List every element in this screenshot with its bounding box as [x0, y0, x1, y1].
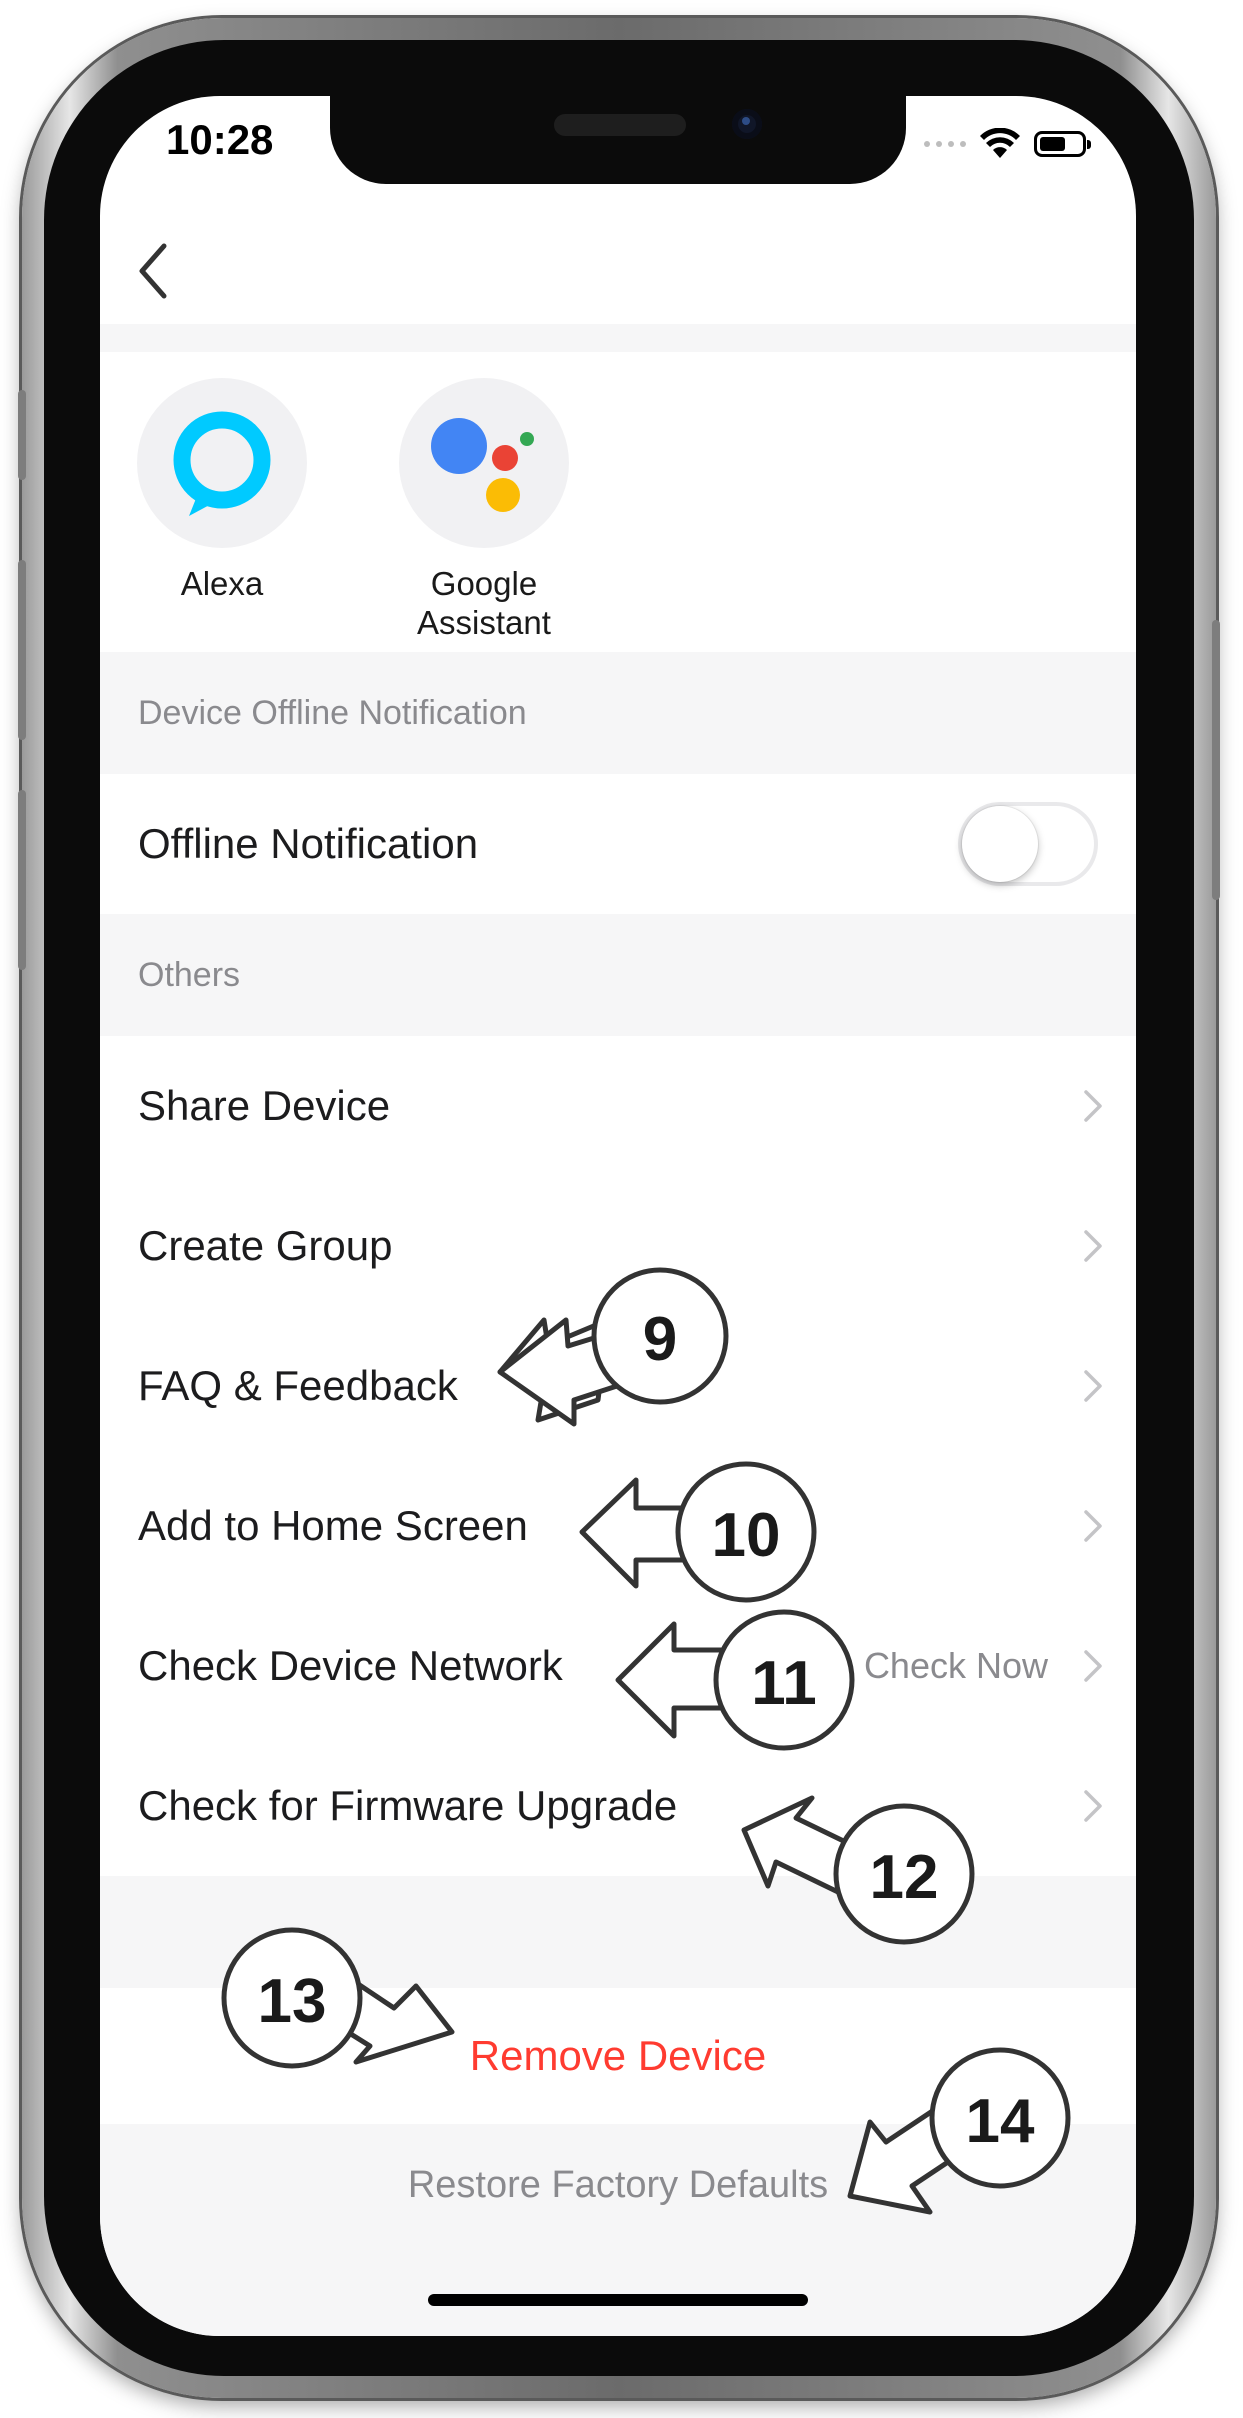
menu-row-label: FAQ & Feedback [138, 1362, 458, 1409]
wifi-icon [980, 128, 1020, 158]
chevron-right-icon [1084, 1510, 1102, 1542]
menu-row-label: Check for Firmware Upgrade [138, 1782, 678, 1829]
chevron-right-icon [1084, 1090, 1102, 1122]
menu-row-add-to-home-screen[interactable]: Add to Home Screen [100, 1456, 1136, 1596]
front-camera [732, 109, 762, 139]
cellular-signal-icon [924, 141, 966, 147]
restore-factory-defaults-button[interactable]: Restore Factory Defaults [100, 2164, 1136, 2207]
chevron-right-icon [1084, 1650, 1102, 1682]
chevron-right-icon [1084, 1370, 1102, 1402]
others-section-header: Others [100, 914, 1136, 1036]
menu-row-label: Add to Home Screen [138, 1502, 528, 1549]
alexa-label: Alexa [180, 565, 264, 602]
google-assistant-label: Google Assistant [417, 565, 551, 641]
home-indicator [428, 2294, 808, 2306]
alexa-tile[interactable]: Alexa [100, 378, 352, 603]
remove-device-label: Remove Device [469, 2032, 767, 2079]
mute-switch [18, 390, 26, 480]
menu-row-faq-feedback[interactable]: FAQ & Feedback [100, 1316, 1136, 1456]
back-arrow-icon[interactable] [130, 236, 180, 306]
volume-up-button [18, 560, 26, 740]
alexa-icon [173, 411, 271, 516]
google-assistant-icon [431, 418, 534, 512]
section-divider [100, 324, 1136, 352]
chevron-right-icon [1084, 1790, 1102, 1822]
earpiece-speaker [554, 114, 686, 136]
section-divider [100, 1876, 1136, 1988]
check-now-value: Check Now [863, 1645, 1048, 1686]
menu-row-firmware-upgrade[interactable]: Check for Firmware Upgrade [100, 1736, 1136, 1876]
chevron-right-icon [1084, 1230, 1102, 1262]
menu-row-label: Create Group [138, 1222, 393, 1269]
menu-row-share-device[interactable]: Share Device [100, 1036, 1136, 1176]
offline-notification-toggle[interactable] [958, 802, 1098, 886]
offline-notification-row: Offline Notification [100, 774, 1136, 914]
remove-device-button[interactable]: Remove Device [100, 1988, 1136, 2124]
menu-row-label: Share Device [138, 1082, 391, 1129]
offline-notification-label: Offline Notification [138, 820, 479, 867]
screen: 10:28 Alexa Google Assistant Device Offl… [100, 96, 1136, 2336]
battery-icon [1034, 131, 1091, 157]
power-button [1212, 620, 1220, 900]
volume-down-button [18, 790, 26, 970]
menu-row-create-group[interactable]: Create Group [100, 1176, 1136, 1316]
status-time: 10:28 [166, 116, 274, 163]
menu-row-label: Check Device Network [138, 1642, 563, 1689]
status-icons [924, 124, 1091, 164]
google-assistant-tile[interactable]: Google Assistant [354, 378, 614, 642]
offline-section-title: Device Offline Notification [138, 694, 527, 732]
offline-section-header: Device Offline Notification [100, 652, 1136, 774]
menu-row-check-device-network[interactable]: Check Device Network Check Now [100, 1596, 1136, 1736]
others-section-title: Others [138, 956, 241, 994]
notch [330, 96, 906, 184]
